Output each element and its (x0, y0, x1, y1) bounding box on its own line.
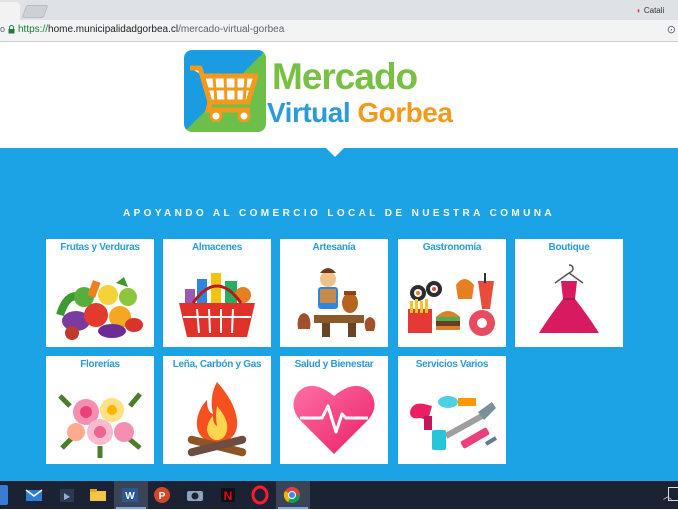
dress-icon (539, 264, 599, 333)
lock-icon (8, 25, 15, 34)
category-card-almacenes[interactable]: Almacenes (163, 239, 271, 347)
category-label: Salud y Bienestar (294, 359, 374, 370)
category-label: Servicios Varios (415, 359, 489, 370)
flowers-icon (58, 392, 142, 458)
word-icon[interactable]: W (120, 485, 140, 505)
opera-icon[interactable] (250, 485, 270, 505)
start-icon[interactable] (0, 485, 8, 505)
fruits-vegetables-icon (56, 277, 143, 340)
category-card-salud[interactable]: Salud y Bienestar (280, 356, 388, 464)
svg-text:P: P (159, 491, 166, 502)
tray-notification-icon[interactable] (668, 487, 678, 501)
url-path: /mercado-virtual-gorbea (178, 24, 285, 35)
browser-tab-bar: ◖ Catali (0, 0, 678, 20)
new-tab-button[interactable] (21, 5, 49, 18)
page-info-icon[interactable]: ⊙ (667, 23, 676, 36)
logo-title-line2: Virtual Gorbea (267, 97, 453, 129)
heart-pulse-icon (293, 385, 375, 454)
url-host: home.municipalidadgorbea.cl (48, 24, 179, 35)
logo-gorbea: Gorbea (357, 97, 453, 128)
category-label: Frutas y Verduras (60, 242, 140, 253)
browser-tab[interactable] (0, 2, 20, 20)
fire-icon (187, 382, 247, 457)
logo-title-line1: Mercado (272, 56, 418, 97)
category-card-lena[interactable]: Leña, Carbón y Gas (163, 356, 271, 464)
category-label: Artesanía (312, 242, 356, 253)
tab-title: Catali (643, 6, 665, 15)
explorer-icon[interactable] (88, 485, 108, 505)
tab-favicon-icon: ◖ (636, 6, 641, 15)
category-card-frutas[interactable]: Frutas y Verduras (46, 239, 154, 347)
mail-icon[interactable] (24, 485, 44, 505)
svg-text:N: N (224, 489, 233, 503)
category-card-boutique[interactable]: Boutique (515, 239, 623, 347)
cart-logo-icon (184, 50, 266, 132)
tagline: APOYANDO AL COMERCIO LOCAL DE NUESTRA CO… (122, 208, 556, 219)
powerpoint-icon[interactable]: P (152, 485, 172, 505)
address-bar[interactable]: o https://home.municipalidadgorbea.cl/me… (0, 20, 678, 42)
back-icon[interactable]: o (0, 24, 5, 34)
windows-taskbar: W P N ︿ (0, 481, 678, 509)
grocery-basket-icon (179, 273, 255, 337)
category-label: Florerías (80, 359, 120, 370)
category-label: Almacenes (191, 242, 243, 253)
browser-tab-right[interactable]: ◖ Catali (636, 3, 678, 18)
netflix-icon[interactable]: N (218, 485, 238, 505)
banner-notch (326, 148, 344, 157)
category-card-servicios[interactable]: Servicios Varios (398, 356, 506, 464)
store-icon[interactable] (57, 485, 77, 505)
category-card-florerias[interactable]: Florerías (46, 356, 154, 464)
web-page: Mercado Virtual Gorbea APOYANDO AL COMER… (0, 43, 678, 481)
svg-text:W: W (125, 491, 135, 502)
tools-icon (410, 396, 498, 450)
category-label: Boutique (548, 242, 590, 253)
category-label: Gastronomía (422, 242, 482, 253)
category-label: Leña, Carbón y Gas (172, 359, 262, 370)
url-text[interactable]: https://home.municipalidadgorbea.cl/merc… (18, 24, 284, 35)
url-prefix: https:// (18, 24, 49, 35)
category-card-gastronomia[interactable]: Gastronomía (398, 239, 506, 347)
site-logo[interactable]: Mercado Virtual Gorbea (184, 50, 466, 136)
category-card-artesania[interactable]: Artesanía (280, 239, 388, 347)
chrome-icon[interactable] (282, 485, 302, 505)
logo-virtual: Virtual (267, 97, 351, 128)
potter-icon (297, 268, 376, 337)
camera-icon[interactable] (185, 485, 205, 505)
food-icon (408, 273, 495, 336)
